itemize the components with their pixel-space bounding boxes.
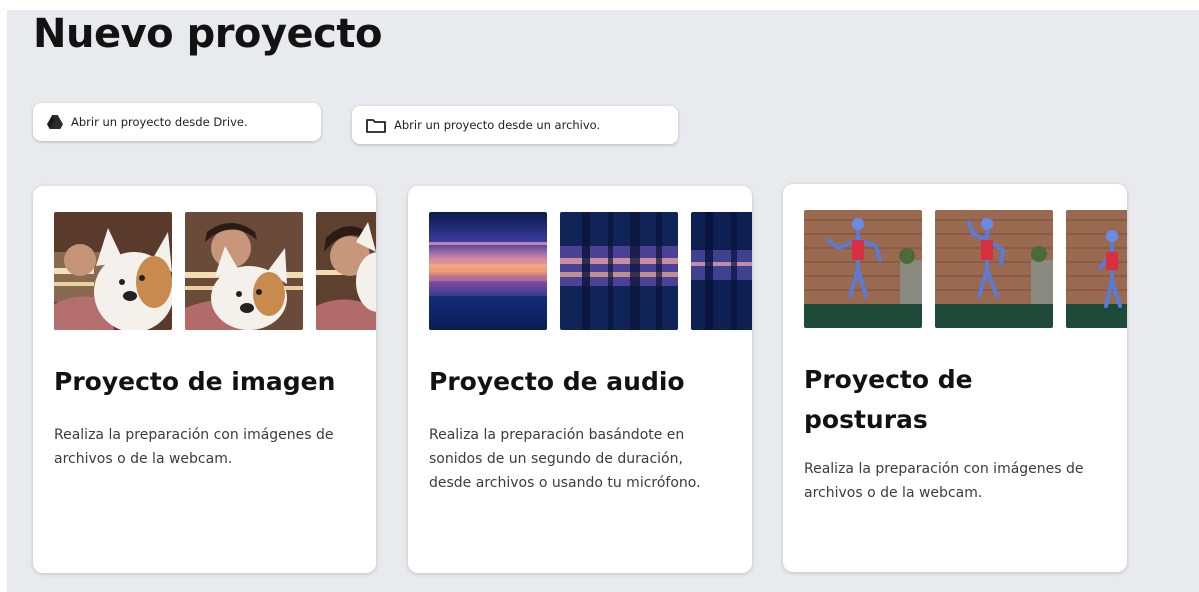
card-title: Proyecto de audio [429, 367, 685, 396]
audio-project-card[interactable]: Proyecto de audio Realiza la preparación… [408, 186, 752, 573]
corgi-plush-thumbnail [54, 212, 172, 330]
page-title: Nuevo proyecto [33, 11, 382, 57]
card-title: Proyecto de posturas [804, 365, 973, 434]
thumbnail-strip [429, 212, 752, 330]
card-description: Realiza la preparación con imágenes de a… [804, 461, 1084, 501]
card-description: Realiza la preparación con imágenes de a… [54, 427, 334, 467]
folder-icon [366, 118, 386, 133]
spectrogram-thumbnail [429, 212, 547, 330]
card-description: Realiza la preparación basándote en soni… [429, 427, 701, 491]
open-from-drive-button[interactable]: Abrir un proyecto desde Drive. [33, 103, 321, 141]
corgi-plush-thumbnail [185, 212, 303, 330]
card-title: Proyecto de imagen [54, 367, 336, 396]
open-from-file-button[interactable]: Abrir un proyecto desde un archivo. [352, 106, 678, 144]
pose-skeleton-thumbnail [804, 210, 922, 328]
spectrogram-thumbnail [560, 212, 678, 330]
thumbnail-strip [54, 212, 376, 330]
pose-skeleton-thumbnail [1066, 210, 1127, 328]
open-from-drive-label: Abrir un proyecto desde Drive. [71, 115, 248, 129]
corgi-plush-thumbnail [316, 212, 376, 330]
pose-project-card[interactable]: Proyecto de posturas Realiza la preparac… [783, 184, 1127, 572]
image-project-card[interactable]: Proyecto de imagen Realiza la preparació… [33, 186, 376, 573]
open-from-file-label: Abrir un proyecto desde un archivo. [394, 118, 601, 132]
pose-skeleton-thumbnail [935, 210, 1053, 328]
drive-icon [47, 115, 63, 129]
spectrogram-thumbnail [691, 212, 752, 330]
thumbnail-strip [804, 210, 1127, 328]
